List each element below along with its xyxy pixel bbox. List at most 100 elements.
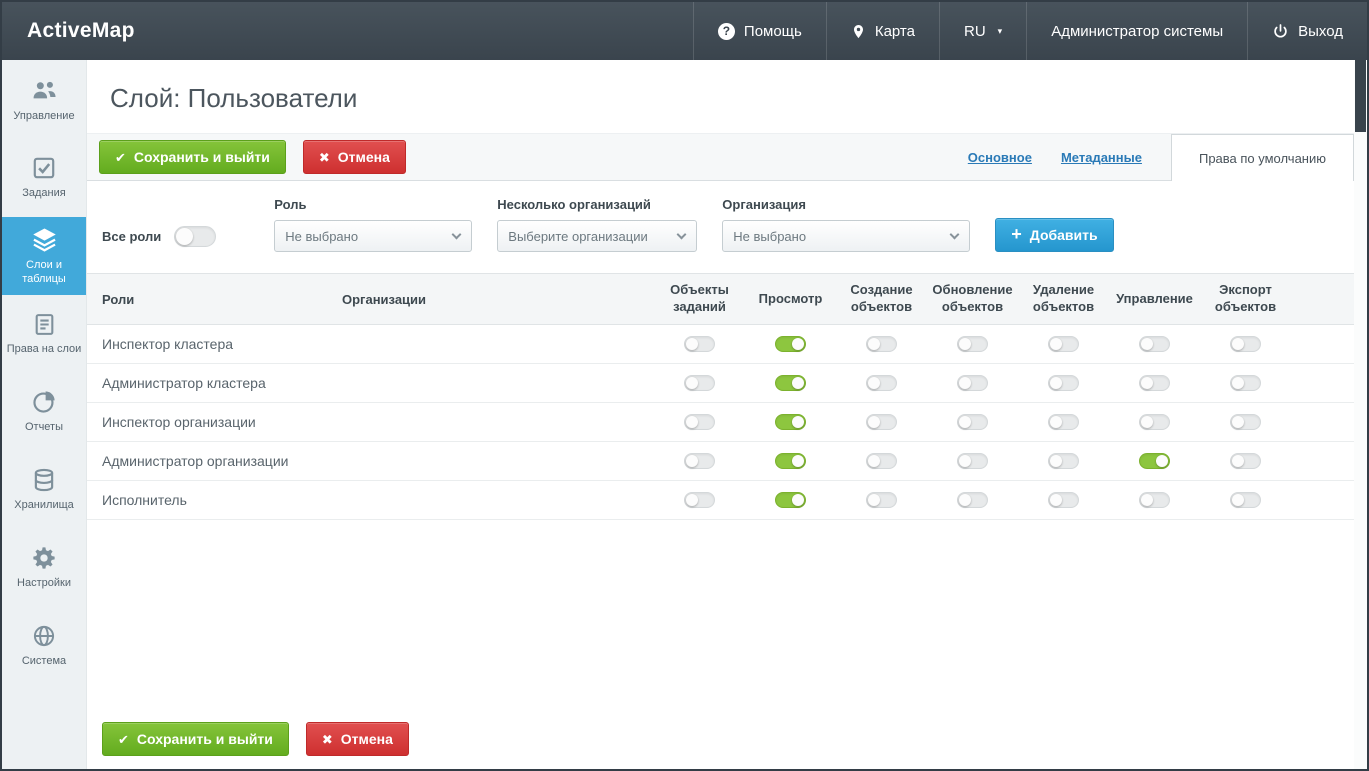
add-button[interactable]: + Добавить [995,218,1113,252]
permission-toggle[interactable] [866,453,897,469]
all-roles-toggle[interactable] [174,226,216,247]
permission-toggle[interactable] [684,336,715,352]
permission-cell [1200,336,1291,352]
permission-toggle[interactable] [957,414,988,430]
permission-toggle[interactable] [1048,414,1079,430]
toggle-knob [959,377,971,389]
permission-toggle[interactable] [1048,375,1079,391]
permission-toggle[interactable] [684,414,715,430]
permission-toggle[interactable] [684,453,715,469]
topbar-item-help[interactable]: ?Помощь [693,2,826,60]
sidebar-item-settings[interactable]: Настройки [2,529,86,607]
org-select[interactable]: Не выбрано [722,220,970,252]
permission-toggle[interactable] [1230,414,1261,430]
permission-toggle[interactable] [1139,336,1170,352]
permission-toggle[interactable] [957,453,988,469]
sidebar-item-storages[interactable]: Хранилища [2,451,86,529]
permission-toggle[interactable] [866,414,897,430]
sidebar-item-layer-rights[interactable]: Права на слои [2,295,86,373]
cancel-button-label: Отмена [338,149,390,165]
chevron-down-icon: ▾ [998,26,1003,37]
topbar-item-label: Администратор системы [1051,23,1223,40]
permission-toggle[interactable] [1048,492,1079,508]
role-select[interactable]: Не выбрано [274,220,472,252]
page-title: Слой: Пользователи [87,60,1367,133]
toggle-knob [1156,455,1168,467]
permission-toggle[interactable] [957,375,988,391]
topbar-item-user[interactable]: Администратор системы [1026,2,1247,60]
pie-icon [31,389,57,415]
permission-toggle[interactable] [1139,414,1170,430]
toggle-knob [868,416,880,428]
topbar-item-label: Выход [1298,23,1343,40]
sidebar-item-management[interactable]: Управление [2,61,86,139]
permission-toggle[interactable] [866,375,897,391]
chevron-down-icon [950,230,960,240]
topbar-item-lang[interactable]: RU▾ [939,2,1026,60]
scrollbar[interactable] [1354,60,1367,769]
permission-cell [1018,375,1109,391]
permission-cell [927,336,1018,352]
permission-toggle[interactable] [684,375,715,391]
permission-column-header: Экспорт объектов [1200,276,1291,322]
toggle-knob [959,494,971,506]
toggle-knob [1141,494,1153,506]
cancel-button-label: Отмена [341,731,393,747]
permission-toggle[interactable] [1048,336,1079,352]
permission-toggle[interactable] [1230,375,1261,391]
cross-icon: ✖ [319,151,330,164]
permission-toggle[interactable] [1139,375,1170,391]
toggle-knob [1050,377,1062,389]
permission-toggle[interactable] [775,492,806,508]
cancel-button[interactable]: ✖ Отмена [303,140,406,174]
permission-toggle[interactable] [775,414,806,430]
topbar-nav: ?ПомощьКартаRU▾ Администратор системы Выхо… [693,2,1367,60]
sidebar-item-tasks[interactable]: Задания [2,139,86,217]
sidebar-item-reports[interactable]: Отчеты [2,373,86,451]
permission-toggle[interactable] [957,492,988,508]
users-icon [31,77,58,104]
permission-toggle[interactable] [957,336,988,352]
save-button-bottom[interactable]: ✔ Сохранить и выйти [102,722,289,756]
permission-toggle[interactable] [775,336,806,352]
permission-toggle[interactable] [684,492,715,508]
permission-toggle[interactable] [1048,453,1079,469]
topbar-item-map[interactable]: Карта [826,2,939,60]
permission-toggle[interactable] [866,336,897,352]
topbar-item-logout[interactable]: Выход [1247,2,1367,60]
filter-group-org: ОрганизацияНе выбрано [722,197,970,252]
permission-toggle[interactable] [1230,336,1261,352]
sidebar-item-system[interactable]: Система [2,607,86,685]
toggle-knob [959,338,971,350]
permission-toggle[interactable] [1139,453,1170,469]
table-row: Администратор организации [87,442,1367,481]
toggle-knob [792,416,804,428]
permission-column-header: Создание объектов [836,276,927,322]
scrollbar-thumb[interactable] [1355,60,1366,132]
toggle-knob [686,338,698,350]
cancel-button-bottom[interactable]: ✖ Отмена [306,722,409,756]
toggle-knob [792,494,804,506]
permission-toggle[interactable] [775,375,806,391]
tab-metadata[interactable]: Метаданные [1061,150,1142,165]
permission-toggle[interactable] [1139,492,1170,508]
tab-default-rights[interactable]: Права по умолчанию [1171,134,1354,181]
plus-icon: + [1011,225,1022,243]
permission-toggle[interactable] [866,492,897,508]
toggle-knob [1050,338,1062,350]
save-button[interactable]: ✔ Сохранить и выйти [99,140,286,174]
permission-cell [745,414,836,430]
permission-cell [1018,492,1109,508]
permission-toggle[interactable] [775,453,806,469]
multi-org-select[interactable]: Выберите организации [497,220,697,252]
tab-main[interactable]: Основное [968,150,1032,165]
role-filter-label: Роль [274,197,472,212]
toggle-knob [1141,377,1153,389]
permission-toggle[interactable] [1230,453,1261,469]
sidebar-item-layers[interactable]: Слои и таблицы [2,217,86,295]
save-button-label: Сохранить и выйти [134,149,270,165]
toggle-knob [1232,338,1244,350]
permission-cell [1109,453,1200,469]
permission-toggle[interactable] [1230,492,1261,508]
topbar-item-label: Помощь [744,23,802,40]
